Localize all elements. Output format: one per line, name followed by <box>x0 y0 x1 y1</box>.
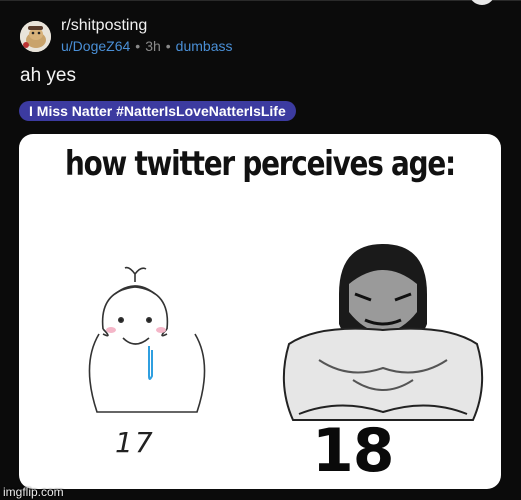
separator-dot: • <box>135 38 141 54</box>
post-byline: u/DogeZ64 • 3h • dumbass <box>61 39 232 53</box>
post-title[interactable]: ah yes <box>20 65 76 87</box>
subreddit-name[interactable]: r/shitposting <box>61 18 232 34</box>
meme-label-17: 17 <box>115 426 155 459</box>
separator-dot: • <box>165 38 171 54</box>
post-image[interactable]: how twitter perceives age: 17 18 <box>19 134 501 489</box>
post-age: 3h <box>145 38 161 54</box>
post-card: r/shitposting u/DogeZ64 • 3h • dumbass ah ye… <box>0 0 521 500</box>
imgflip-watermark: imgflip.com <box>3 485 64 499</box>
child-figure-icon <box>88 266 206 413</box>
subreddit-avatar[interactable] <box>20 21 51 52</box>
post-header: r/shitposting u/DogeZ64 • 3h • dumbass <box>20 18 232 53</box>
author-link[interactable]: u/DogeZ64 <box>61 38 130 54</box>
post-meta: r/shitposting u/DogeZ64 • 3h • dumbass <box>61 18 232 54</box>
meme-label-18: 18 <box>312 416 394 486</box>
muscular-figure-icon <box>282 244 484 421</box>
user-flair: dumbass <box>175 38 233 54</box>
post-flair[interactable]: I Miss Natter #NatterIsLoveNatterIsLife <box>19 101 296 121</box>
meme-figures <box>88 244 484 421</box>
menu-button-partial[interactable] <box>469 0 495 5</box>
